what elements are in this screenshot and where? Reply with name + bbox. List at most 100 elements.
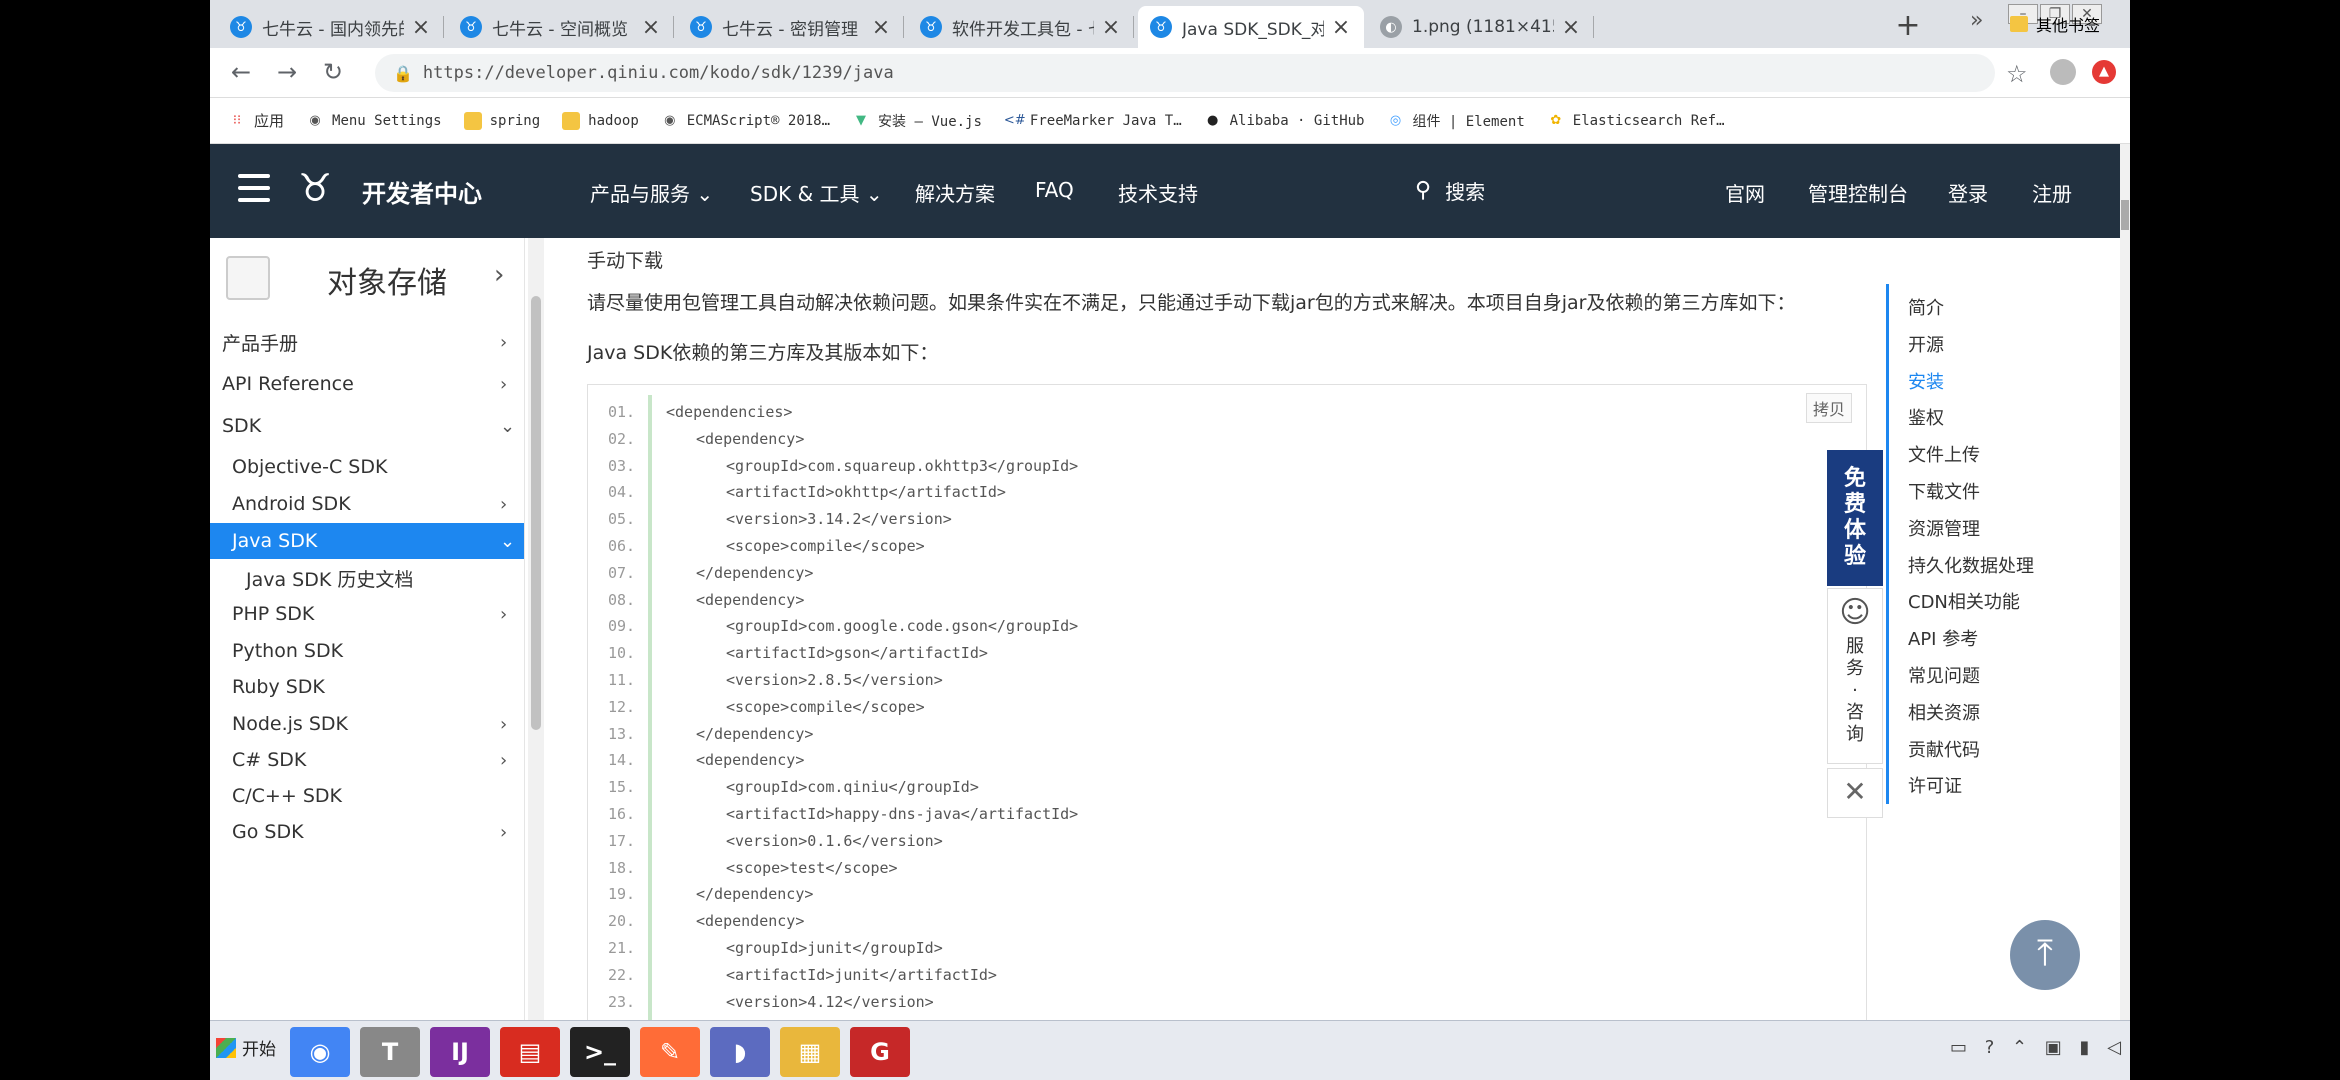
- bookmark-item[interactable]: ◎ 组件 | Element: [1386, 111, 1525, 131]
- reload-icon[interactable]: ↻: [318, 58, 348, 86]
- back-to-top-button[interactable]: ⤒: [2010, 920, 2080, 990]
- system-tray[interactable]: ▭ ? ⌃ ▣ ▮ ◁ ▬: [1950, 1037, 2130, 1058]
- explorer-icon[interactable]: ▦: [780, 1027, 840, 1077]
- profile-avatar[interactable]: [2050, 59, 2076, 85]
- toc-item[interactable]: 持久化数据处理: [1908, 552, 2034, 578]
- new-tab-button[interactable]: +: [1890, 8, 1926, 43]
- hamburger-menu-icon[interactable]: [238, 174, 270, 202]
- toc-item[interactable]: 相关资源: [1908, 699, 1980, 725]
- tab-close-icon[interactable]: ×: [870, 15, 892, 40]
- browser-tab[interactable]: ♉ 软件开发工具包 - 七牛 ×: [908, 6, 1134, 48]
- sidebar-item[interactable]: Go SDK ›: [210, 814, 524, 850]
- nav-products[interactable]: 产品与服务 ⌄: [590, 178, 713, 207]
- agent-icon: ☺: [1839, 595, 1871, 630]
- bookmark-item[interactable]: spring: [463, 111, 540, 130]
- sidebar-item[interactable]: Java SDK 历史文档: [210, 560, 524, 596]
- toc-item[interactable]: 鉴权: [1908, 404, 1944, 430]
- close-widget-button[interactable]: ✕: [1827, 768, 1883, 818]
- tab-close-icon[interactable]: ×: [1330, 15, 1352, 40]
- address-bar[interactable]: 🔒 https://developer.qiniu.com/kodo/sdk/1…: [375, 54, 1995, 92]
- bookmark-item[interactable]: ✿ Elasticsearch Ref…: [1547, 112, 1724, 130]
- sidebar-item[interactable]: Android SDK ›: [210, 486, 524, 522]
- toc-item[interactable]: 贡献代码: [1908, 736, 1980, 762]
- toc-item[interactable]: 常见问题: [1908, 662, 1980, 688]
- object-storage-icon: [226, 256, 270, 300]
- sidebar-item[interactable]: Ruby SDK: [210, 669, 524, 705]
- toc-item[interactable]: 下载文件: [1908, 478, 1980, 504]
- nav-sdk-tools[interactable]: SDK & 工具 ⌄: [750, 178, 883, 207]
- toc-item[interactable]: 简介: [1908, 294, 1944, 320]
- line-number: 06.: [608, 537, 636, 555]
- postman-icon[interactable]: ✎: [640, 1027, 700, 1077]
- terminal-icon[interactable]: >_: [570, 1027, 630, 1077]
- toc-item[interactable]: 许可证: [1908, 772, 1962, 798]
- bookmark-item[interactable]: ▼ 安装 — Vue.js: [852, 111, 982, 131]
- bookmark-star-icon[interactable]: ☆: [2006, 60, 2028, 88]
- browser-tab[interactable]: ♉ 七牛云 - 国内领先的企业 ×: [218, 6, 444, 48]
- site-search[interactable]: ⚲ 搜索: [1415, 176, 1485, 205]
- toc-item[interactable]: 安装: [1908, 368, 1944, 394]
- link-official-site[interactable]: 官网: [1725, 178, 1765, 207]
- back-icon[interactable]: ←: [226, 58, 256, 86]
- free-trial-widget[interactable]: 免费体验: [1827, 450, 1883, 586]
- dolphin-icon[interactable]: ◗: [710, 1027, 770, 1077]
- tab-title: 1.png (1181×415): [1412, 17, 1554, 37]
- qiniu-favicon-icon: ♉: [230, 16, 252, 38]
- sidebar-scrollbar-thumb[interactable]: [531, 296, 541, 730]
- sidebar-item[interactable]: API Reference ›: [210, 362, 524, 406]
- qiniu-logo-icon[interactable]: ♉: [298, 166, 332, 210]
- tab-close-icon[interactable]: ×: [410, 15, 432, 40]
- link-console[interactable]: 管理控制台: [1808, 178, 1908, 207]
- browser-tab[interactable]: ♉ Java SDK_SDK_对象存储 ×: [1138, 6, 1364, 48]
- page-scrollbar-thumb[interactable]: [2121, 200, 2129, 230]
- nav-faq[interactable]: FAQ: [1035, 178, 1074, 202]
- sidebar-header[interactable]: 对象存储 ›: [210, 238, 524, 322]
- site-logo-text[interactable]: 开发者中心: [362, 174, 482, 209]
- bookmarks-overflow-button[interactable]: »: [1970, 8, 1983, 33]
- redis-icon[interactable]: ▤: [500, 1027, 560, 1077]
- toc-item[interactable]: CDN相关功能: [1908, 588, 2020, 614]
- sidebar-item[interactable]: PHP SDK ›: [210, 596, 524, 632]
- page-scrollbar[interactable]: [2120, 144, 2130, 1020]
- chevron-down-icon: ⌄: [696, 182, 714, 206]
- toc-item[interactable]: API 参考: [1908, 625, 1978, 651]
- start-button[interactable]: 开始: [216, 1035, 276, 1060]
- toc-item[interactable]: 资源管理: [1908, 515, 1980, 541]
- bookmark-item[interactable]: <# FreeMarker Java T…: [1004, 112, 1182, 130]
- bookmark-item[interactable]: ◉ Menu Settings: [306, 112, 441, 130]
- sidebar-item[interactable]: SDK ⌄: [210, 404, 524, 448]
- bookmark-item[interactable]: ⁝⁝ 应用: [228, 110, 284, 131]
- sidebar-item[interactable]: Objective-C SDK: [210, 449, 524, 485]
- sidebar-item[interactable]: C/C++ SDK: [210, 778, 524, 814]
- pdf-icon[interactable]: G: [850, 1027, 910, 1077]
- sidebar-item[interactable]: C# SDK ›: [210, 742, 524, 778]
- bookmark-item[interactable]: hadoop: [562, 111, 639, 130]
- customer-service-widget[interactable]: ☺ 服务 · 咨询: [1827, 588, 1883, 764]
- tab-close-icon[interactable]: ×: [640, 15, 662, 40]
- link-login[interactable]: 登录: [1948, 178, 1988, 207]
- tab-close-icon[interactable]: ×: [1100, 15, 1122, 40]
- sidebar-item[interactable]: Node.js SDK ›: [210, 706, 524, 742]
- nav-solutions[interactable]: 解决方案: [915, 178, 995, 207]
- extension-icon[interactable]: ▲: [2092, 60, 2116, 84]
- sidebar-item[interactable]: Java SDK ⌄: [210, 523, 524, 559]
- copy-button[interactable]: 拷贝: [1805, 393, 1852, 423]
- sidebar-item[interactable]: Python SDK: [210, 633, 524, 669]
- link-register[interactable]: 注册: [2032, 178, 2072, 207]
- sidebar-item[interactable]: 产品手册 ›: [210, 320, 524, 364]
- other-bookmarks-folder[interactable]: 其他书签: [2010, 12, 2100, 36]
- browser-tab[interactable]: ◐ 1.png (1181×415) ×: [1368, 6, 1594, 48]
- intellij-icon[interactable]: IJ: [430, 1027, 490, 1077]
- typora-icon[interactable]: T: [360, 1027, 420, 1077]
- chrome-icon[interactable]: ◉: [290, 1027, 350, 1077]
- browser-tab[interactable]: ♉ 七牛云 - 空间概览 ×: [448, 6, 674, 48]
- forward-icon[interactable]: →: [272, 58, 302, 86]
- chevron-down-icon: ⌄: [865, 182, 883, 206]
- nav-support[interactable]: 技术支持: [1118, 178, 1198, 207]
- bookmark-item[interactable]: ◉ ECMAScript® 2018…: [661, 112, 830, 130]
- tab-close-icon[interactable]: ×: [1560, 15, 1582, 40]
- bookmark-item[interactable]: ● Alibaba · GitHub: [1204, 112, 1365, 130]
- toc-item[interactable]: 开源: [1908, 331, 1944, 357]
- toc-item[interactable]: 文件上传: [1908, 441, 1980, 467]
- browser-tab[interactable]: ♉ 七牛云 - 密钥管理 ×: [678, 6, 904, 48]
